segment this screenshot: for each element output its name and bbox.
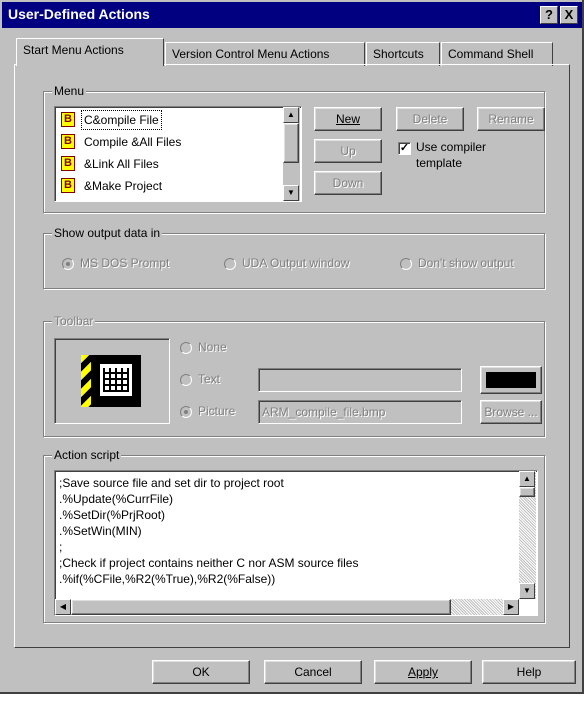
new-button[interactable]: New (314, 107, 382, 131)
tab-panel: Menu B C&ompile File B Compile &All File… (14, 64, 570, 648)
down-button[interactable]: Down (314, 171, 382, 195)
scroll-down-arrow-icon[interactable]: ▼ (519, 583, 535, 599)
script-line: ;Check if project contains neither C nor… (59, 556, 359, 570)
scroll-thumb[interactable] (71, 599, 451, 615)
help-button[interactable]: Help (482, 660, 576, 684)
help-title-button[interactable]: ? (540, 6, 558, 24)
script-line: .%Update(%CurrFile) (59, 492, 174, 506)
action-script-legend: Action script (52, 448, 122, 462)
script-vscrollbar[interactable]: ▲ ▼ (519, 471, 536, 599)
dialog-window: User-Defined Actions ? X Start Menu Acti… (0, 0, 584, 694)
title-bar: User-Defined Actions ? X (2, 2, 582, 28)
menu-listbox[interactable]: B C&ompile File B Compile &All Files B &… (54, 106, 302, 202)
toolbar-group: Toolbar None Text Picture ARM_compile_fi… (43, 314, 545, 437)
use-template-label-line1: Use compiler (416, 140, 487, 154)
close-button[interactable]: X (560, 6, 578, 24)
output-legend: Show output data in (52, 226, 163, 240)
list-item[interactable]: B &Make Project (57, 175, 283, 197)
script-hscrollbar[interactable]: ◀ ▶ (55, 599, 519, 615)
list-scrollbar[interactable]: ▲ ▼ (283, 107, 300, 201)
batch-icon: B (61, 134, 75, 149)
scroll-thumb[interactable] (519, 487, 535, 497)
batch-icon: B (61, 156, 75, 171)
dont-show-radio[interactable] (400, 258, 412, 270)
list-item-label: C&ompile File (81, 110, 162, 130)
toolbar-picture-label: Picture (198, 404, 236, 418)
ok-button[interactable]: OK (152, 660, 250, 684)
rename-button[interactable]: Rename (477, 107, 545, 131)
list-item-label: &Link All Files (84, 157, 159, 171)
tab-shortcuts[interactable]: Shortcuts (366, 42, 440, 66)
up-button[interactable]: Up (314, 139, 382, 163)
uda-output-label: UDA Output window (242, 256, 350, 270)
action-script-group: Action script ;Save source file and set … (43, 448, 545, 623)
menu-legend: Menu (52, 84, 87, 98)
toolbar-icon-preview (54, 338, 170, 424)
use-template-checkbox[interactable]: ✓ (398, 142, 411, 155)
msdos-radio[interactable] (62, 258, 74, 270)
list-item[interactable]: B &Link All Files (57, 153, 283, 175)
toolbar-text-label: Text (198, 372, 221, 386)
scroll-down-arrow-icon[interactable]: ▼ (283, 185, 299, 201)
menu-group: Menu B C&ompile File B Compile &All File… (43, 84, 545, 213)
tab-command-shell[interactable]: Command Shell (441, 42, 553, 66)
picture-file-input[interactable]: ARM_compile_file.bmp (258, 400, 462, 424)
list-item[interactable]: B C&ompile File (57, 109, 283, 131)
list-item[interactable]: B Compile &All Files (57, 131, 283, 153)
compile-file-icon (81, 355, 141, 407)
window-title: User-Defined Actions (8, 6, 150, 22)
use-template-label-line2: template (416, 156, 463, 170)
tab-version-control-menu-actions[interactable]: Version Control Menu Actions (165, 42, 365, 66)
script-line: .%SetDir(%PrjRoot) (59, 508, 166, 522)
batch-icon: B (61, 112, 75, 127)
script-line: ; (59, 540, 63, 554)
msdos-label: MS DOS Prompt (80, 256, 170, 270)
color-swatch (486, 372, 536, 388)
scroll-right-arrow-icon[interactable]: ▶ (503, 599, 519, 615)
script-line: .%if(%CFile,%R2(%True),%R2(%False)) (59, 572, 276, 586)
uda-output-radio[interactable] (224, 258, 236, 270)
color-button[interactable] (480, 366, 542, 394)
dont-show-label: Don't show output (418, 256, 514, 270)
list-item-label: Compile &All Files (84, 135, 182, 149)
toolbar-picture-radio[interactable] (180, 406, 192, 418)
scroll-up-arrow-icon[interactable]: ▲ (519, 471, 535, 487)
toolbar-text-radio[interactable] (180, 374, 192, 386)
tab-start-menu-actions[interactable]: Start Menu Actions (16, 38, 164, 66)
apply-button[interactable]: Apply (374, 660, 472, 684)
batch-icon: B (61, 178, 75, 193)
output-group: Show output data in MS DOS Prompt UDA Ou… (43, 226, 545, 289)
scroll-thumb[interactable] (283, 123, 299, 163)
toolbar-text-input[interactable] (258, 368, 462, 392)
script-line: .%SetWin(MIN) (59, 524, 142, 538)
browse-button[interactable]: Browse ... (480, 400, 542, 424)
toolbar-legend: Toolbar (52, 314, 96, 328)
script-line: ;Save source file and set dir to project… (59, 476, 284, 490)
action-script-editor[interactable]: ;Save source file and set dir to project… (54, 470, 538, 616)
delete-button[interactable]: Delete (396, 107, 464, 131)
scroll-up-arrow-icon[interactable]: ▲ (283, 107, 299, 123)
toolbar-none-label: None (198, 340, 227, 354)
list-item-label: &Make Project (84, 179, 163, 193)
toolbar-none-radio[interactable] (180, 342, 192, 354)
scroll-left-arrow-icon[interactable]: ◀ (55, 599, 71, 615)
cancel-button[interactable]: Cancel (264, 660, 362, 684)
